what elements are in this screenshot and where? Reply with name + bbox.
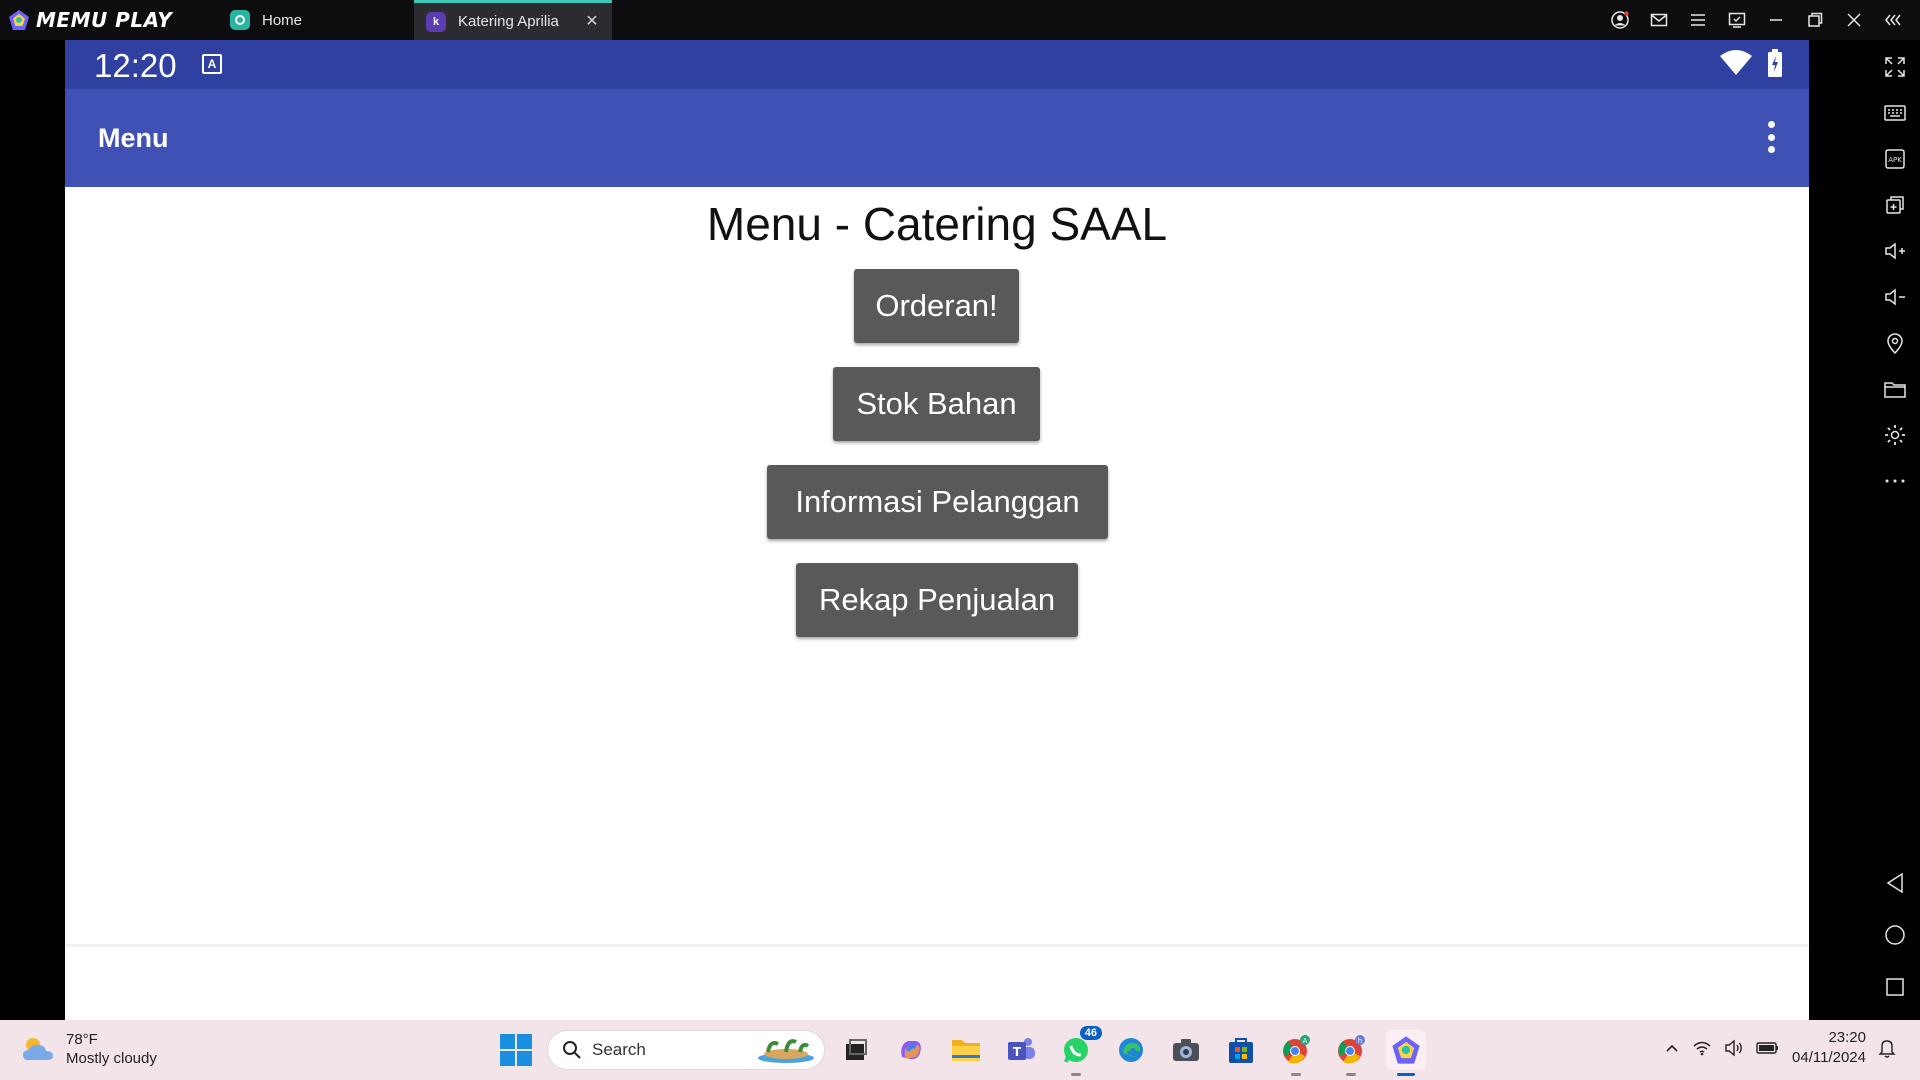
chevron-up-icon[interactable] [1664,1040,1680,1056]
bottom-divider [65,944,1809,947]
system-tray: 23:20 04/11/2024 [1664,1028,1896,1068]
whatsapp-icon[interactable]: 46 [1056,1026,1102,1076]
home-icon[interactable] [1875,912,1915,958]
volume-tray-icon[interactable] [1724,1039,1744,1057]
tab-home[interactable]: Home [220,0,410,40]
emulator-title-bar: MEMU PLAY Home k Katering Aprilia ✕ [0,0,1920,40]
page-heading: Menu - Catering SAAL [706,198,1168,250]
svg-text:APK: APK [1888,156,1902,164]
weather-condition: Mostly cloudy [66,1050,157,1067]
camera-icon[interactable] [1166,1030,1206,1070]
minimize-icon[interactable] [1756,0,1795,40]
fullscreen-icon[interactable] [1875,44,1915,90]
menu-content: Menu - Catering SAAL Orderan! Stok Bahan… [65,187,1809,942]
tab-katering-label: Katering Aprilia [458,13,559,30]
android-nav-buttons [1870,860,1920,1010]
emulator-left-border [0,40,65,1020]
back-icon[interactable] [1875,860,1915,906]
microsoft-store-icon[interactable] [1221,1030,1261,1070]
folder-icon[interactable] [1875,366,1915,412]
windows-taskbar: 78°F Mostly cloudy Search T 46 A h 23:20… [0,1020,1920,1080]
chrome-profile-h-icon[interactable]: h [1331,1030,1371,1076]
volume-down-icon[interactable] [1875,274,1915,320]
orderan-button[interactable]: Orderan! [854,269,1019,343]
taskbar-search[interactable]: Search [548,1031,824,1069]
collapse-sidebar-icon[interactable] [1873,0,1912,40]
tab-close-icon[interactable]: ✕ [582,11,602,31]
search-placeholder: Search [592,1040,646,1059]
emulator-side-tools: APK [1870,44,1920,504]
tab-katering-aprilia[interactable]: k Katering Aprilia ✕ [414,0,612,40]
file-explorer-icon[interactable] [946,1030,986,1070]
memu-taskbar-icon[interactable] [1386,1030,1426,1076]
location-icon[interactable] [1875,320,1915,366]
wifi-tray-icon[interactable] [1692,1040,1712,1056]
partly-cloudy-icon [23,1038,53,1060]
weather-widget[interactable]: 78°F Mostly cloudy [20,1030,157,1068]
taskbar-clock[interactable]: 23:20 04/11/2024 [1792,1028,1866,1068]
rekap-penjualan-button[interactable]: Rekap Penjualan [796,563,1078,637]
battery-charging-icon [1768,49,1782,77]
menu-icon[interactable] [1678,0,1717,40]
informasi-pelanggan-button[interactable]: Informasi Pelanggan [767,465,1108,539]
battery-tray-icon[interactable] [1756,1040,1780,1056]
brand-name: MEMU PLAY [36,8,173,32]
clock-time: 23:20 [1828,1029,1866,1046]
search-icon [563,1041,581,1059]
task-view-icon[interactable] [836,1030,876,1070]
status-time: 12:20 [94,47,177,84]
android-status-bar: 12:20 A [65,40,1809,89]
memu-logo-icon [9,10,29,30]
taskbar-apps: T 46 A h [836,1026,1426,1076]
android-screen: 12:20 A Menu Menu - Catering SAAL Ordera… [65,40,1809,1020]
stok-bahan-button[interactable]: Stok Bahan [833,367,1040,441]
screen-cast-icon[interactable] [1717,0,1756,40]
notification-bell-icon[interactable] [1878,1038,1896,1058]
katering-app-icon: k [426,11,446,32]
app-toolbar: Menu [65,89,1809,187]
teams-icon[interactable]: T [1001,1030,1041,1070]
svg-text:A: A [1303,1037,1308,1045]
volume-up-icon[interactable] [1875,228,1915,274]
account-icon[interactable] [1600,0,1639,40]
wifi-icon [1720,50,1752,75]
recents-icon[interactable] [1875,964,1915,1010]
copilot-icon[interactable] [891,1030,931,1070]
keyboard-icon[interactable] [1875,90,1915,136]
clock-date: 04/11/2024 [1792,1049,1866,1066]
home-app-icon [230,10,250,30]
settings-icon[interactable] [1875,412,1915,458]
memu-logo: MEMU PLAY [8,8,172,32]
weather-temperature: 78°F [66,1031,98,1048]
apk-install-icon[interactable]: APK [1875,136,1915,182]
window-controls [1600,0,1912,40]
restore-icon[interactable] [1795,0,1834,40]
toolbar-title: Menu [98,123,169,153]
search-highlight-icon [758,1039,814,1063]
svg-text:h: h [1358,1037,1362,1045]
whatsapp-badge: 46 [1079,1026,1102,1040]
keyboard-notification-icon: A [202,54,222,74]
tab-home-label: Home [262,11,303,29]
edge-icon[interactable] [1111,1030,1151,1070]
multi-instance-icon[interactable] [1875,182,1915,228]
close-icon[interactable] [1834,0,1873,40]
mail-icon[interactable] [1639,0,1678,40]
svg-text:T: T [1013,1045,1022,1059]
windows-start-icon[interactable] [500,1034,532,1066]
chrome-profile-a-icon[interactable]: A [1276,1030,1316,1076]
more-options-icon[interactable] [1875,458,1915,504]
overflow-menu-icon[interactable] [1761,117,1781,157]
status-icons [1719,49,1783,77]
